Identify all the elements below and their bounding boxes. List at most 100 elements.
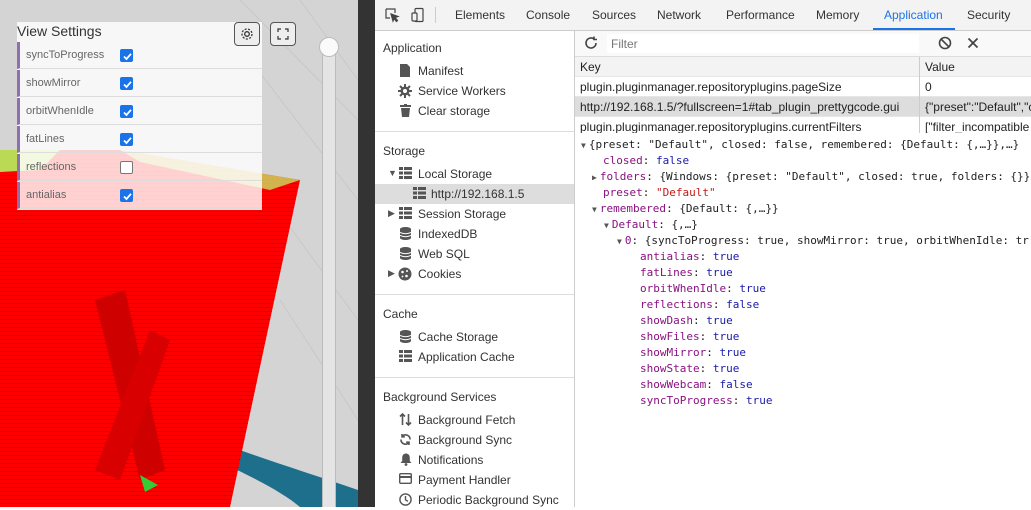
- sidebar-item-cookies[interactable]: ▶ Cookies: [375, 264, 574, 284]
- prop-value: true: [706, 266, 733, 279]
- tab-application[interactable]: Application: [884, 8, 943, 22]
- tab-elements[interactable]: Elements: [455, 8, 505, 22]
- collapsed-arrow-icon[interactable]: ▶: [388, 268, 395, 279]
- sidebar-item-label: http://192.168.1.5: [431, 187, 525, 201]
- setting-checkbox[interactable]: [120, 133, 133, 146]
- prop-value: true: [712, 362, 740, 375]
- prop-key: showWebcam: [640, 378, 707, 391]
- expanded-triangle-icon[interactable]: ▼: [581, 141, 586, 150]
- sidebar-item-clear-storage[interactable]: Clear storage: [375, 101, 574, 121]
- sidebar-item-background-fetch[interactable]: Background Fetch: [375, 410, 574, 430]
- tree-node-zero[interactable]: ▼ 0: {syncToProgress: true, showMirror: t…: [617, 234, 1029, 247]
- collapsed-triangle-icon[interactable]: ▶: [592, 173, 597, 182]
- sidebar-item-label: Clear storage: [418, 104, 491, 118]
- sidebar-item-indexeddb[interactable]: IndexedDB: [375, 224, 574, 244]
- tab-performance[interactable]: Performance: [726, 8, 795, 22]
- setting-row-fatlines[interactable]: fatLines: [17, 126, 262, 153]
- sidebar-item-service-workers[interactable]: Service Workers: [375, 81, 574, 101]
- setting-label: reflections: [26, 161, 77, 173]
- sidebar-item-cache-storage[interactable]: Cache Storage: [375, 327, 574, 347]
- filter-input[interactable]: [607, 34, 919, 53]
- view-settings-title: View Settings: [17, 23, 102, 39]
- collapsed-arrow-icon[interactable]: ▶: [388, 208, 395, 219]
- tree-node-remembered[interactable]: ▼ remembered: {Default: {,…}}: [592, 202, 779, 215]
- section-title-application: Application: [383, 41, 442, 55]
- expanded-triangle-icon[interactable]: ▼: [592, 205, 597, 214]
- sidebar-item-label: Cache Storage: [418, 330, 499, 344]
- setting-label: showMirror: [26, 77, 81, 89]
- tab-network[interactable]: Network: [657, 8, 701, 22]
- panel-divider[interactable]: [358, 0, 375, 507]
- sidebar-item-manifest[interactable]: Manifest: [375, 61, 574, 81]
- view-settings-panel: View Settings syncToProgress showMirror …: [17, 22, 296, 210]
- setting-row-reflections[interactable]: reflections: [17, 154, 262, 181]
- sidebar-item-local-origin[interactable]: http://192.168.1.5: [375, 184, 574, 204]
- tree-prop-closed: closed: false: [603, 154, 690, 167]
- setting-row-synctoprogress[interactable]: syncToProgress: [17, 42, 262, 69]
- prop-key: 0: [624, 234, 632, 247]
- sidebar-item-application-cache[interactable]: Application Cache: [375, 347, 574, 367]
- sidebar-item-websql[interactable]: Web SQL: [375, 244, 574, 264]
- local-storage-table: Key Value plugin.pluginmanager.repositor…: [575, 57, 1031, 133]
- sidebar-item-background-sync[interactable]: Background Sync: [375, 430, 574, 450]
- column-resizer[interactable]: [919, 57, 920, 133]
- table-row[interactable]: plugin.pluginmanager.repositoryplugins.p…: [575, 77, 1031, 97]
- credit-card-icon: [398, 472, 413, 487]
- table-row[interactable]: plugin.pluginmanager.repositoryplugins.c…: [575, 117, 1031, 133]
- tab-sources[interactable]: Sources: [592, 8, 636, 22]
- prop-value: true: [706, 314, 733, 327]
- refresh-icon[interactable]: [584, 36, 598, 53]
- tree-prop-row: showFiles: true: [640, 330, 740, 343]
- sidebar-item-label: Service Workers: [418, 84, 506, 98]
- row-value: 0: [925, 80, 932, 94]
- setting-label: fatLines: [26, 133, 65, 145]
- key-column-header[interactable]: Key: [580, 60, 918, 74]
- tab-security[interactable]: Security: [967, 8, 1010, 22]
- inspect-element-icon[interactable]: [384, 7, 400, 26]
- tree-node-root[interactable]: ▼ {preset: "Default", closed: false, reme…: [581, 138, 1019, 151]
- expanded-triangle-icon[interactable]: ▼: [604, 221, 609, 230]
- delete-selected-icon[interactable]: [966, 36, 980, 53]
- setting-checkbox[interactable]: [120, 189, 133, 202]
- sidebar-item-session-storage[interactable]: ▶ Session Storage: [375, 204, 574, 224]
- sidebar-item-label: Web SQL: [418, 247, 470, 261]
- value-preview-tree: ▼ {preset: "Default", closed: false, reme…: [575, 135, 1031, 507]
- expanded-triangle-icon[interactable]: ▼: [617, 237, 622, 246]
- setting-row-orbitwhenidle[interactable]: orbitWhenIdle: [17, 98, 262, 125]
- prop-value: false: [726, 298, 760, 311]
- tree-prop-row: antialias: true: [640, 250, 740, 263]
- setting-checkbox[interactable]: [120, 161, 133, 174]
- setting-checkbox[interactable]: [120, 105, 133, 118]
- layer-slider-handle[interactable]: [319, 37, 339, 57]
- fullscreen-icon[interactable]: [270, 22, 296, 46]
- sidebar-item-periodic-background-sync[interactable]: Periodic Background Sync: [375, 490, 574, 510]
- table-row-selected[interactable]: http://192.168.1.5/?fullscreen=1#tab_plu…: [575, 97, 1031, 117]
- tree-node-folders[interactable]: ▶ folders: {Windows: {preset: "Default", …: [592, 170, 1030, 183]
- expanded-arrow-icon[interactable]: ▼: [388, 168, 397, 178]
- prop-key: showDash: [640, 314, 693, 327]
- sidebar-item-notifications[interactable]: Notifications: [375, 450, 574, 470]
- sidebar-item-label: Periodic Background Sync: [418, 493, 559, 507]
- value-column-header[interactable]: Value: [925, 60, 955, 74]
- sidebar-item-label: Background Sync: [418, 433, 513, 447]
- sidebar-item-local-storage[interactable]: ▼ Local Storage: [375, 164, 574, 184]
- clear-all-icon[interactable]: [938, 36, 952, 53]
- grid-icon: [399, 167, 412, 182]
- devtools-tabbar: Elements Console Sources Network Perform…: [375, 0, 1031, 31]
- setting-row-showmirror[interactable]: showMirror: [17, 70, 262, 97]
- sidebar-item-label: Notifications: [418, 453, 484, 467]
- setting-row-antialias[interactable]: antialias: [17, 182, 262, 209]
- setting-checkbox[interactable]: [120, 77, 133, 90]
- prop-key: fatLines: [640, 266, 693, 279]
- tab-console[interactable]: Console: [526, 8, 570, 22]
- row-key: plugin.pluginmanager.repositoryplugins.p…: [580, 80, 842, 94]
- device-toolbar-icon[interactable]: [410, 7, 426, 26]
- setting-checkbox[interactable]: [120, 49, 133, 62]
- tree-node-default[interactable]: ▼ Default: {,…}: [604, 218, 698, 231]
- 3d-viewer[interactable]: View Settings syncToProgress showMirror …: [0, 0, 358, 507]
- tree-prop-row: showMirror: true: [640, 346, 746, 359]
- sidebar-item-payment-handler[interactable]: Payment Handler: [375, 470, 574, 490]
- tree-prop-row: showWebcam: false: [640, 378, 753, 391]
- layer-slider-track[interactable]: [322, 40, 336, 507]
- tab-memory[interactable]: Memory: [816, 8, 859, 22]
